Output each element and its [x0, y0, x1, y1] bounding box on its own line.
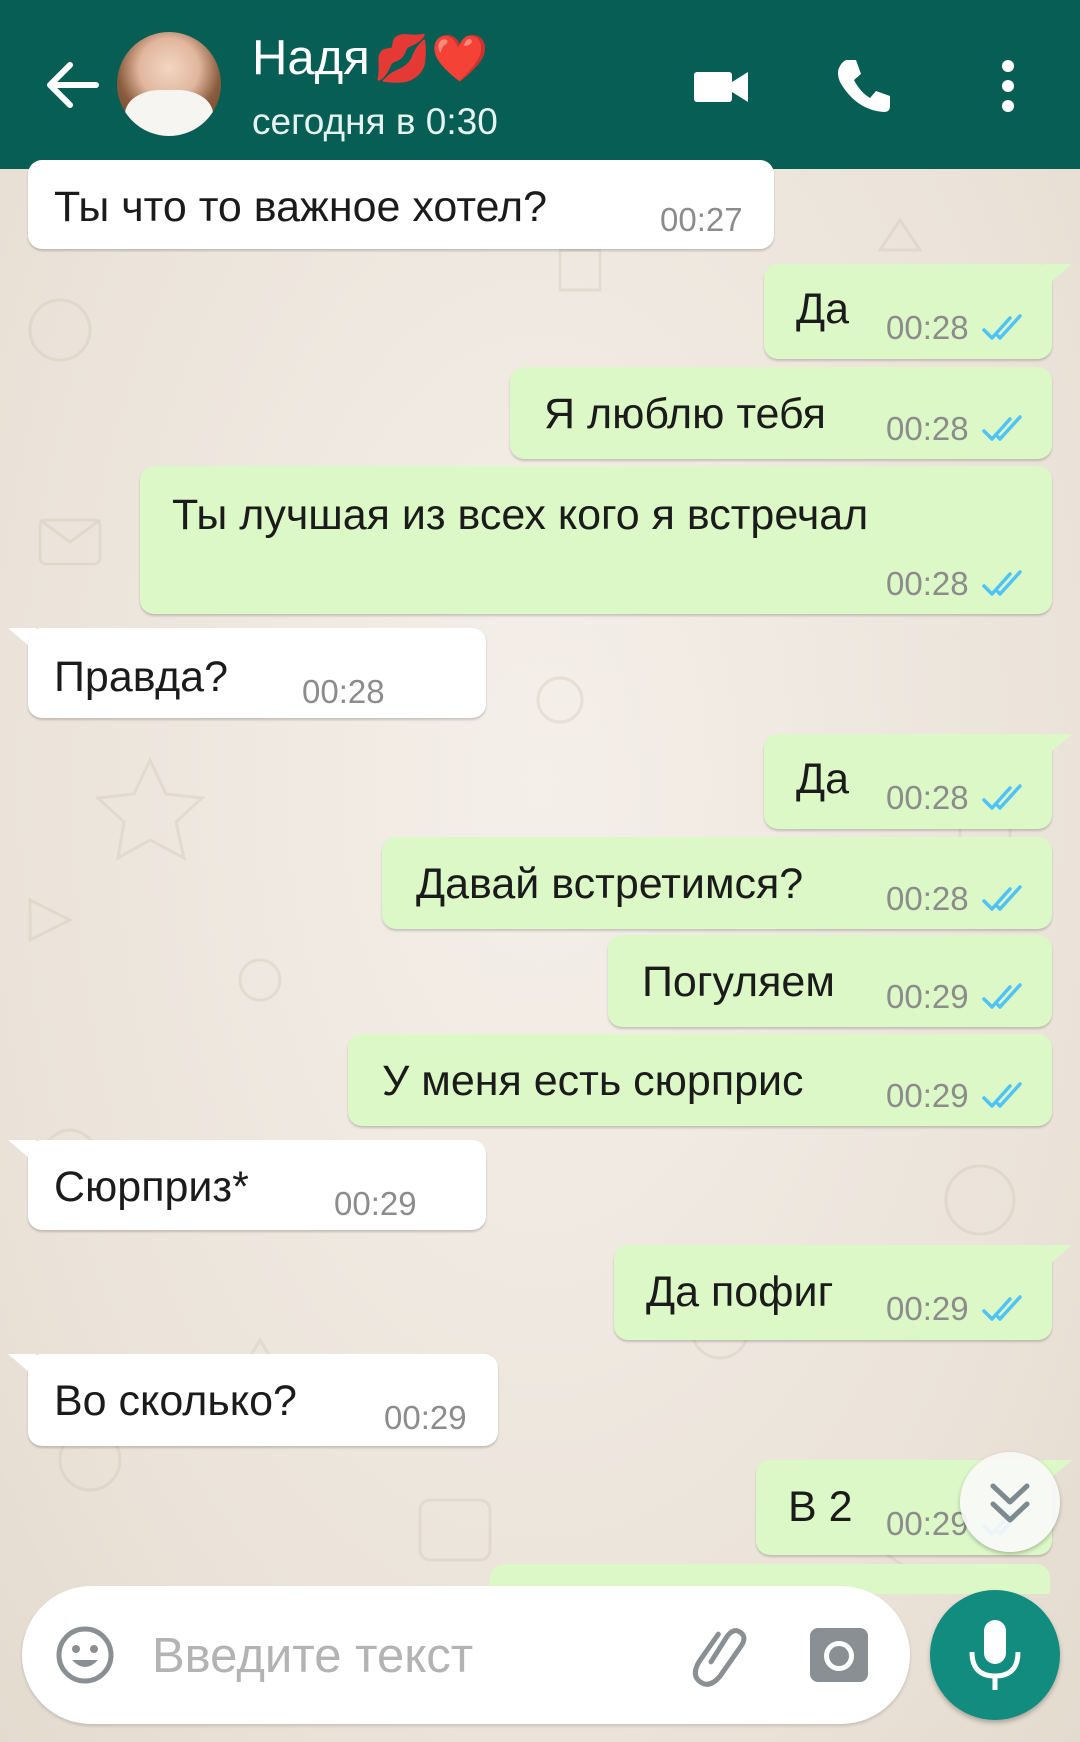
- message-time: 00:28: [886, 565, 969, 602]
- message-text: Я люблю тебя: [544, 390, 826, 438]
- message-time: 00:28: [886, 410, 969, 447]
- message-text: Давай встретимся?: [416, 860, 804, 908]
- incoming-message[interactable]: Во сколько? 00:29: [8, 1354, 498, 1446]
- message-time: 00:29: [334, 1185, 417, 1222]
- read-ticks-icon: [982, 1082, 1022, 1108]
- read-ticks-icon: [982, 415, 1022, 441]
- message-time: 00:27: [660, 201, 743, 238]
- outgoing-message[interactable]: Давай встретимся? 00:28: [382, 837, 1052, 929]
- bubble-tail: [1044, 264, 1072, 288]
- read-ticks-icon: [982, 784, 1022, 810]
- message-text: Ты что то важное хотел?: [54, 183, 548, 231]
- message-time: 00:29: [886, 1290, 969, 1327]
- message-text: Да: [796, 285, 850, 333]
- bubble-tail: [8, 1140, 36, 1164]
- message-text: Да пофиг: [646, 1268, 834, 1316]
- message-text: Ты лучшая из всех кого я встречал: [172, 491, 869, 539]
- double-chevron-down-icon: [990, 1483, 1030, 1523]
- message-time: 00:29: [886, 1505, 969, 1542]
- outgoing-message[interactable]: У меня есть сюрприс 00:29: [348, 1034, 1052, 1126]
- incoming-message[interactable]: Ты что то важное хотел? 00:27: [28, 160, 774, 249]
- outgoing-message[interactable]: Да 00:28: [764, 264, 1072, 359]
- message-text: Во сколько?: [54, 1377, 297, 1425]
- emoji-icon[interactable]: [50, 1620, 120, 1690]
- message-time: 00:28: [886, 309, 969, 346]
- incoming-message[interactable]: Правда? 00:28: [8, 628, 486, 718]
- contact-name[interactable]: Надя💋❤️: [252, 30, 488, 86]
- back-arrow-icon[interactable]: [38, 50, 108, 120]
- more-vert-icon[interactable]: [974, 52, 1042, 120]
- message-text: В 2: [788, 1483, 853, 1531]
- incoming-message[interactable]: Сюрприз* 00:29: [8, 1140, 486, 1230]
- message-text: Погуляем: [642, 958, 835, 1006]
- message-time: 00:29: [886, 1077, 969, 1114]
- message-time: 00:29: [886, 978, 969, 1015]
- message-text: Да: [796, 755, 850, 803]
- message-time: 00:28: [302, 673, 385, 710]
- message-input-bar[interactable]: Введите текст: [22, 1586, 910, 1724]
- mic-button[interactable]: [930, 1590, 1060, 1720]
- outgoing-message[interactable]: Ты лучшая из всех кого я встречал 00:28: [140, 466, 1052, 614]
- message-text: Сюрприз*: [54, 1163, 249, 1211]
- scroll-to-bottom-button[interactable]: [960, 1452, 1060, 1552]
- camera-icon[interactable]: [804, 1620, 874, 1690]
- read-ticks-icon: [982, 1295, 1022, 1321]
- last-seen-status: сегодня в 0:30: [252, 101, 498, 142]
- message-text: У меня есть сюрприс: [382, 1057, 804, 1105]
- outgoing-message[interactable]: Я люблю тебя 00:28: [510, 367, 1052, 459]
- outgoing-message[interactable]: Погуляем 00:29: [608, 935, 1052, 1027]
- read-ticks-icon: [982, 570, 1022, 596]
- attach-icon[interactable]: [686, 1620, 756, 1690]
- phone-icon[interactable]: [828, 52, 896, 120]
- bubble-tail: [8, 628, 36, 652]
- message-text: Правда?: [54, 653, 229, 701]
- outgoing-message[interactable]: Да пофиг 00:29: [614, 1245, 1072, 1340]
- name-emojis: 💋❤️: [373, 32, 489, 84]
- read-ticks-icon: [982, 314, 1022, 340]
- message-time: 00:29: [384, 1399, 467, 1436]
- contact-avatar[interactable]: [117, 32, 221, 136]
- message-time: 00:28: [886, 880, 969, 917]
- read-ticks-icon: [982, 885, 1022, 911]
- bubble-tail: [8, 1354, 36, 1378]
- chat-header: Надя💋❤️ сегодня в 0:30: [0, 0, 1080, 169]
- bubble-tail: [1044, 734, 1072, 758]
- bubble-tail: [1044, 1245, 1072, 1269]
- video-call-icon[interactable]: [688, 52, 756, 120]
- message-input[interactable]: Введите текст: [152, 1628, 473, 1684]
- outgoing-message[interactable]: Да 00:28: [764, 734, 1072, 829]
- mic-icon: [969, 1620, 1021, 1690]
- message-time: 00:28: [886, 779, 969, 816]
- read-ticks-icon: [982, 983, 1022, 1009]
